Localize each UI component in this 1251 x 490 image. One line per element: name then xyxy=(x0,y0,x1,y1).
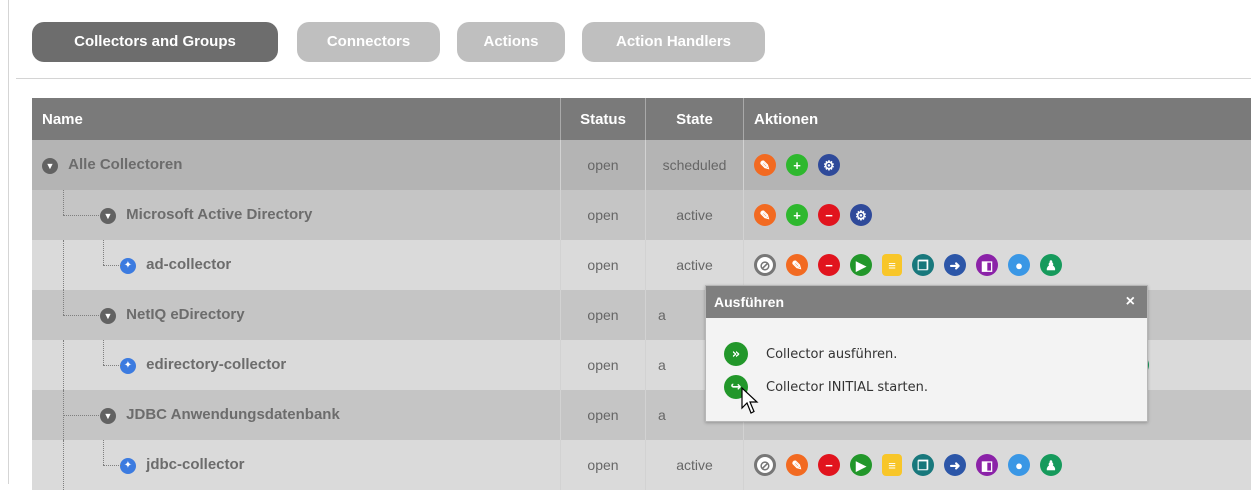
table-row[interactable]: ▼ Alle Collectoren open scheduled ✎ + ⚙ xyxy=(32,140,1251,190)
tree-guide xyxy=(103,240,104,265)
run-popup: Ausführen × » Collector ausführen. ↪ Col… xyxy=(705,285,1148,422)
remove-icon[interactable]: − xyxy=(818,454,840,476)
column-header-state[interactable]: State xyxy=(646,98,744,140)
row-state: active xyxy=(646,240,744,290)
log-icon[interactable]: ≡ xyxy=(882,254,902,276)
tab-actions[interactable]: Actions xyxy=(457,22,565,62)
tree-guide xyxy=(63,440,64,490)
row-state: active xyxy=(646,190,744,240)
collapse-icon[interactable]: ▼ xyxy=(100,308,116,324)
tree-guide xyxy=(103,365,121,366)
export-icon[interactable]: ◧ xyxy=(976,454,998,476)
row-name: Alle Collectoren xyxy=(68,156,182,173)
table-header-row: Name Status State Aktionen xyxy=(32,98,1251,140)
run-collector-label: Collector ausführen. xyxy=(766,347,897,362)
run-icon[interactable]: ▶ xyxy=(850,254,872,276)
tab-connectors[interactable]: Connectors xyxy=(297,22,440,62)
next-icon[interactable]: ➜ xyxy=(944,254,966,276)
user-icon[interactable]: ♟ xyxy=(1040,254,1062,276)
edit-icon[interactable]: ✎ xyxy=(786,454,808,476)
tree-guide xyxy=(103,265,121,266)
tree-guide xyxy=(103,440,104,465)
row-status: open xyxy=(561,440,646,490)
copy-icon[interactable]: ❐ xyxy=(912,254,934,276)
remove-icon[interactable]: − xyxy=(818,204,840,226)
tree-guide xyxy=(63,415,99,416)
tree-guide xyxy=(63,340,64,390)
export-icon[interactable]: ◧ xyxy=(976,254,998,276)
row-name[interactable]: jdbc-collector xyxy=(146,456,244,473)
tree-guide xyxy=(103,340,104,365)
tab-action-handlers[interactable]: Action Handlers xyxy=(582,22,765,62)
row-name[interactable]: edirectory-collector xyxy=(146,356,286,373)
popup-title: Ausführen xyxy=(714,294,784,310)
row-name[interactable]: ad-collector xyxy=(146,256,231,273)
copy-icon[interactable]: ❐ xyxy=(912,454,934,476)
add-icon[interactable]: + xyxy=(786,154,808,176)
collector-icon: ✦ xyxy=(120,458,136,474)
tree-guide xyxy=(63,190,64,215)
row-status: open xyxy=(561,290,646,340)
tree-guide xyxy=(63,315,99,316)
row-status: open xyxy=(561,140,646,190)
disable-icon[interactable]: ⊘ xyxy=(754,454,776,476)
column-header-status[interactable]: Status xyxy=(561,98,646,140)
info-icon[interactable]: ● xyxy=(1008,454,1030,476)
run-collector-item[interactable]: » Collector ausführen. xyxy=(724,342,897,366)
row-status: open xyxy=(561,240,646,290)
log-icon[interactable]: ≡ xyxy=(882,454,902,476)
row-state: scheduled xyxy=(646,140,744,190)
add-icon[interactable]: + xyxy=(786,204,808,226)
collector-icon: ✦ xyxy=(120,358,136,374)
row-status: open xyxy=(561,390,646,440)
info-icon[interactable]: ● xyxy=(1008,254,1030,276)
popup-header: Ausführen × xyxy=(706,286,1147,318)
row-name: NetIQ eDirectory xyxy=(126,306,244,323)
settings-icon[interactable]: ⚙ xyxy=(818,154,840,176)
column-header-aktionen: Aktionen xyxy=(744,98,1251,140)
tab-collectors-and-groups[interactable]: Collectors and Groups xyxy=(32,22,278,62)
edit-icon[interactable]: ✎ xyxy=(754,154,776,176)
row-name: JDBC Anwendungsdatenbank xyxy=(126,406,340,423)
fast-forward-icon: » xyxy=(724,342,748,366)
column-header-name[interactable]: Name xyxy=(32,98,561,140)
edit-icon[interactable]: ✎ xyxy=(786,254,808,276)
remove-icon[interactable]: − xyxy=(818,254,840,276)
tab-separator xyxy=(16,78,1251,79)
next-icon[interactable]: ➜ xyxy=(944,454,966,476)
table-row[interactable]: ▼ Microsoft Active Directory open active… xyxy=(32,190,1251,240)
tree-guide xyxy=(63,290,64,315)
tree-guide xyxy=(63,215,99,216)
tree-guide xyxy=(63,240,64,290)
collapse-icon[interactable]: ▼ xyxy=(100,208,116,224)
row-status: open xyxy=(561,340,646,390)
collector-icon: ✦ xyxy=(120,258,136,274)
user-icon[interactable]: ♟ xyxy=(1040,454,1062,476)
row-status: open xyxy=(561,190,646,240)
row-name: Microsoft Active Directory xyxy=(126,206,312,223)
row-state: active xyxy=(646,440,744,490)
run-icon[interactable]: ▶ xyxy=(850,454,872,476)
tree-guide xyxy=(103,465,121,466)
table-row[interactable]: ✦ jdbc-collector open active ⊘ ✎ − ▶ ≡ ❐… xyxy=(32,440,1251,490)
collapse-icon[interactable]: ▼ xyxy=(100,408,116,424)
mouse-cursor-icon xyxy=(740,386,760,416)
collapse-icon[interactable]: ▼ xyxy=(42,158,58,174)
disable-icon[interactable]: ⊘ xyxy=(754,254,776,276)
close-icon[interactable]: × xyxy=(1126,286,1135,318)
settings-icon[interactable]: ⚙ xyxy=(850,204,872,226)
edit-icon[interactable]: ✎ xyxy=(754,204,776,226)
table-row[interactable]: ✦ ad-collector open active ⊘ ✎ − ▶ ≡ ❐ ➜… xyxy=(32,240,1251,290)
start-initial-label: Collector INITIAL starten. xyxy=(766,380,928,395)
